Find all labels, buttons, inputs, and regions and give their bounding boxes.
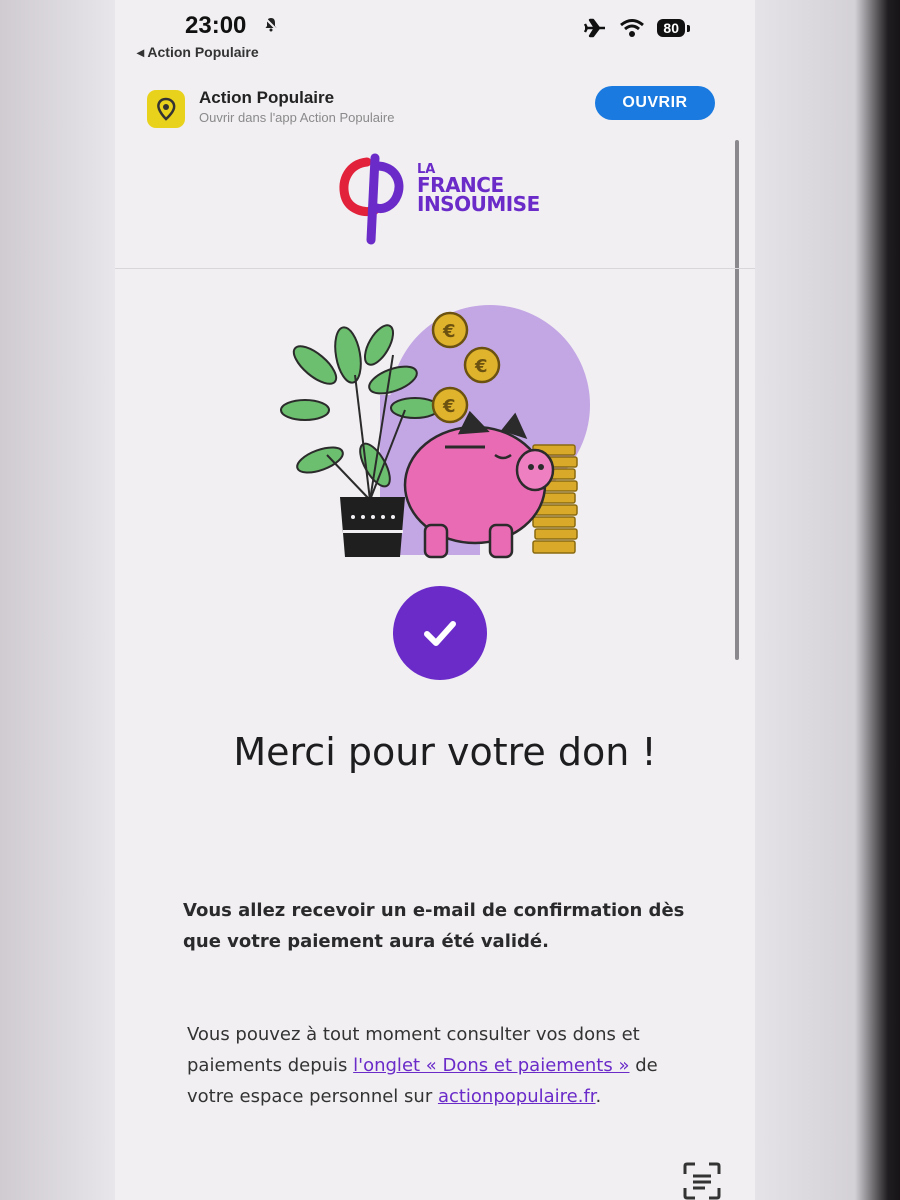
app-icon[interactable]: [147, 90, 185, 128]
airplane-icon: [584, 18, 606, 38]
status-bar: 23:00 ◂ Action Populaire 80: [115, 0, 755, 70]
dons-paiements-link[interactable]: l'onglet « Dons et paiements »: [353, 1055, 629, 1076]
svg-text:€: €: [442, 396, 456, 417]
open-app-button[interactable]: OUVRIR: [595, 86, 715, 120]
page-scrollbar[interactable]: [735, 140, 739, 660]
wifi-icon: [620, 19, 645, 37]
app-name: Action Populaire: [199, 88, 335, 107]
phone-frame-left: [0, 0, 115, 1200]
smart-app-banner: Action Populaire Ouvrir dans l'app Actio…: [115, 78, 755, 136]
checkmark-icon: [424, 621, 456, 646]
logo-line-3: INSOUMISE: [417, 192, 540, 217]
logo-text: LA FRANCE INSOUMISE: [417, 163, 540, 217]
info-suffix: .: [595, 1085, 602, 1107]
confirmation-message: Vous allez recevoir un e-mail de confirm…: [183, 900, 685, 952]
svg-text:€: €: [474, 356, 488, 377]
svg-text:€: €: [442, 321, 456, 342]
battery-icon: 80: [657, 19, 690, 37]
status-time: 23:00: [185, 12, 247, 39]
piggy-bank-icon: € € €: [280, 305, 590, 559]
lfi-logo[interactable]: LA FRANCE INSOUMISE: [337, 150, 540, 250]
status-icons: 80: [583, 18, 690, 38]
header-divider: [115, 268, 755, 269]
app-subtitle: Ouvrir dans l'app Action Populaire: [199, 110, 395, 125]
action-populaire-logo-icon: [157, 97, 176, 121]
actionpopulaire-link[interactable]: actionpopulaire.fr: [438, 1086, 596, 1107]
info-paragraph: Vous pouvez à tout moment consulter vos …: [187, 1020, 707, 1113]
bell-muted-icon: [264, 17, 278, 32]
scan-text-icon[interactable]: [681, 1160, 723, 1200]
page-title: Merci pour votre don !: [233, 730, 657, 774]
phi-logo-icon: [339, 153, 404, 245]
back-to-app-link[interactable]: ◂ Action Populaire: [137, 44, 259, 61]
phone-frame-right: [750, 0, 900, 1200]
phone-screen: 23:00 ◂ Action Populaire 80 Action Popul…: [115, 0, 755, 1200]
success-check-icon: [393, 586, 487, 680]
